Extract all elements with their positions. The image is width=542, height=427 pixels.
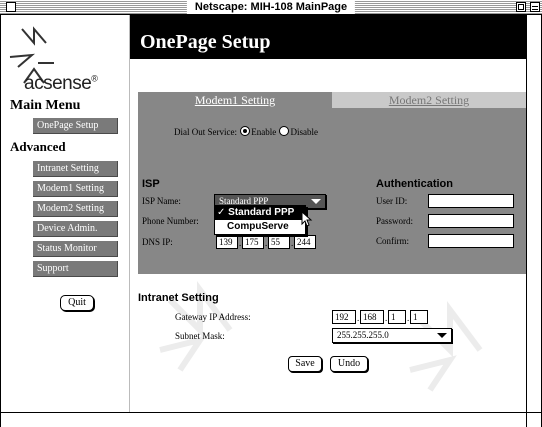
window-title-bar[interactable]: Netscape: MIH-108 MainPage xyxy=(0,0,542,15)
password-label: Password: xyxy=(376,216,414,226)
quit-button[interactable]: Quit xyxy=(60,295,94,311)
disable-radio[interactable] xyxy=(279,126,290,136)
logo-text: acsense® xyxy=(24,73,98,94)
gateway-ip-label: Gateway IP Address: xyxy=(175,312,251,322)
horizontal-scrollbar[interactable] xyxy=(1,412,526,427)
dns-ip-label: DNS IP: xyxy=(142,237,173,247)
enable-radio[interactable] xyxy=(240,126,251,136)
zoom-box-icon[interactable] xyxy=(516,2,526,12)
user-id-input[interactable] xyxy=(428,194,514,208)
confirm-input[interactable] xyxy=(428,234,514,248)
password-input[interactable] xyxy=(428,214,514,228)
chevron-down-icon xyxy=(437,333,447,338)
isp-section-title: ISP xyxy=(142,178,160,190)
save-button[interactable]: Save xyxy=(288,356,322,372)
nav-modem1-setting[interactable]: Modem1 Setting xyxy=(33,181,118,197)
phone-number-label: Phone Number: xyxy=(142,216,199,226)
advanced-heading: Advanced xyxy=(10,139,66,154)
disable-label: Disable xyxy=(290,127,318,137)
page-title: OnePage Setup xyxy=(140,31,271,53)
mouse-pointer-icon xyxy=(301,211,313,227)
intranet-section-title: Intranet Setting xyxy=(138,292,219,304)
isp-name-label: ISP Name: xyxy=(142,196,181,206)
gateway-octet-1[interactable]: 192 xyxy=(332,310,356,324)
gateway-octet-2[interactable]: 168 xyxy=(360,310,384,324)
dropdown-option-standard-ppp[interactable]: ✓ Standard PPP xyxy=(215,206,305,220)
tab-modem1-setting[interactable]: Modem1 Setting xyxy=(138,92,332,108)
dns-octet-3[interactable]: 55 xyxy=(268,235,290,249)
auth-section-title: Authentication xyxy=(376,178,453,190)
close-box-icon[interactable] xyxy=(6,2,16,12)
nav-intranet-setting[interactable]: Intranet Setting xyxy=(33,161,118,177)
nav-device-admin[interactable]: Device Admin. xyxy=(33,221,118,237)
confirm-label: Confirm: xyxy=(376,236,409,246)
subnet-mask-select[interactable]: 255.255.255.0 xyxy=(332,328,452,343)
page-header: OnePage Setup xyxy=(130,15,541,59)
user-id-label: User ID: xyxy=(376,196,408,206)
left-navigation: acsense® Main Menu OnePage Setup Advance… xyxy=(4,15,130,427)
dialout-label: Dial Out Service: xyxy=(174,127,237,137)
dialout-service-row: Dial Out Service: Enable Disable xyxy=(174,126,318,137)
enable-label: Enable xyxy=(251,127,277,137)
gateway-octet-4[interactable]: 1 xyxy=(410,310,428,324)
gateway-octet-3[interactable]: 1 xyxy=(388,310,406,324)
collapse-box-icon[interactable] xyxy=(530,2,540,12)
vertical-scrollbar[interactable] xyxy=(526,15,541,412)
chevron-down-icon xyxy=(311,199,321,204)
main-menu-heading: Main Menu xyxy=(10,98,81,113)
undo-button[interactable]: Undo xyxy=(330,356,368,372)
dns-octet-1[interactable]: 139 xyxy=(216,235,238,249)
isp-name-dropdown-menu: ✓ Standard PPP CompuServe xyxy=(214,205,306,235)
nav-onepage-setup[interactable]: OnePage Setup xyxy=(33,118,118,134)
dropdown-option-compuserve[interactable]: CompuServe xyxy=(215,220,305,234)
tab-modem2-setting[interactable]: Modem2 Setting xyxy=(332,92,526,108)
dns-octet-4[interactable]: 244 xyxy=(294,235,316,249)
dns-octet-2[interactable]: 175 xyxy=(242,235,264,249)
subnet-mask-label: Subnet Mask: xyxy=(175,331,225,341)
window-title: Netscape: MIH-108 MainPage xyxy=(186,0,356,14)
modem-settings-panel: Modem1 Setting Modem2 Setting Dial Out S… xyxy=(138,92,526,274)
nav-support[interactable]: Support xyxy=(33,261,118,277)
resize-box-icon[interactable] xyxy=(526,412,541,427)
nav-status-monitor[interactable]: Status Monitor xyxy=(33,241,118,257)
nav-modem2-setting[interactable]: Modem2 Setting xyxy=(33,201,118,217)
